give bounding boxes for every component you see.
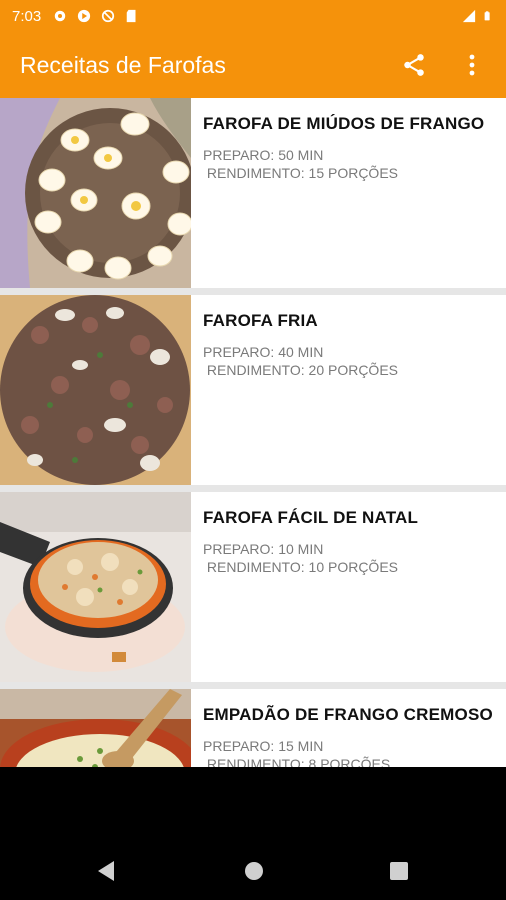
app-actions bbox=[400, 51, 486, 79]
back-icon[interactable] bbox=[96, 860, 116, 882]
recipe-list[interactable]: FAROFA DE MIÚDOS DE FRANGO PREPARO: 50 M… bbox=[0, 98, 506, 767]
share-button[interactable] bbox=[400, 51, 428, 79]
recipe-yield: RENDIMENTO: 10 PORÇÕES bbox=[203, 559, 399, 575]
recipe-title: FAROFA DE MIÚDOS DE FRANGO bbox=[203, 114, 485, 133]
app-title: Receitas de Farofas bbox=[20, 51, 226, 78]
recipe-yield: RENDIMENTO: 15 PORÇÕES bbox=[203, 165, 399, 181]
recipe-info: FAROFA FRIA PREPARO: 40 MIN RENDIMENTO: … bbox=[191, 295, 410, 485]
recipe-info: FAROFA DE MIÚDOS DE FRANGO PREPARO: 50 M… bbox=[191, 98, 496, 288]
recipe-prep-time: PREPARO: 15 MIN bbox=[203, 738, 324, 754]
recipe-image bbox=[0, 492, 191, 682]
status-right-icons bbox=[462, 9, 494, 23]
more-vert-icon bbox=[469, 54, 475, 76]
recipe-prep-time: PREPARO: 50 MIN bbox=[203, 147, 324, 163]
recipe-card[interactable]: FAROFA FÁCIL DE NATAL PREPARO: 10 MIN RE… bbox=[0, 492, 506, 682]
recipe-prep-time: PREPARO: 40 MIN bbox=[203, 344, 324, 360]
more-options-button[interactable] bbox=[458, 51, 486, 79]
share-icon bbox=[404, 54, 424, 76]
recipe-info: FAROFA FÁCIL DE NATAL PREPARO: 10 MIN RE… bbox=[191, 492, 430, 682]
sd-card-icon bbox=[126, 9, 136, 23]
play-icon bbox=[78, 9, 91, 23]
battery-icon bbox=[484, 11, 490, 21]
recipe-image bbox=[0, 689, 191, 767]
signal-icon bbox=[462, 9, 476, 23]
recipe-title: EMPADÃO DE FRANGO CREMOSO bbox=[203, 705, 493, 724]
recipe-card[interactable]: FAROFA FRIA PREPARO: 40 MIN RENDIMENTO: … bbox=[0, 295, 506, 485]
recipe-info: EMPADÃO DE FRANGO CREMOSO PREPARO: 15 MI… bbox=[191, 689, 505, 767]
recipe-card[interactable]: FAROFA DE MIÚDOS DE FRANGO PREPARO: 50 M… bbox=[0, 98, 506, 288]
recipe-card[interactable]: EMPADÃO DE FRANGO CREMOSO PREPARO: 15 MI… bbox=[0, 689, 506, 767]
recipe-title: FAROFA FÁCIL DE NATAL bbox=[203, 508, 419, 527]
gear-icon bbox=[54, 10, 66, 22]
no-sim-icon bbox=[102, 9, 115, 23]
recipe-yield: RENDIMENTO: 20 PORÇÕES bbox=[203, 362, 399, 378]
app-bar: Receitas de Farofas bbox=[0, 32, 506, 98]
status-bar: 7:03 bbox=[0, 0, 506, 32]
recipe-prep-time: PREPARO: 10 MIN bbox=[203, 541, 324, 557]
recents-icon[interactable] bbox=[389, 861, 409, 881]
recipe-yield: RENDIMENTO: 8 PORÇÕES bbox=[203, 756, 391, 767]
home-icon[interactable] bbox=[244, 861, 264, 881]
status-left-icons bbox=[53, 9, 139, 23]
status-time: 7:03 bbox=[12, 7, 42, 25]
recipe-image bbox=[0, 98, 191, 288]
recipe-title: FAROFA FRIA bbox=[203, 311, 318, 330]
recipe-image bbox=[0, 295, 191, 485]
